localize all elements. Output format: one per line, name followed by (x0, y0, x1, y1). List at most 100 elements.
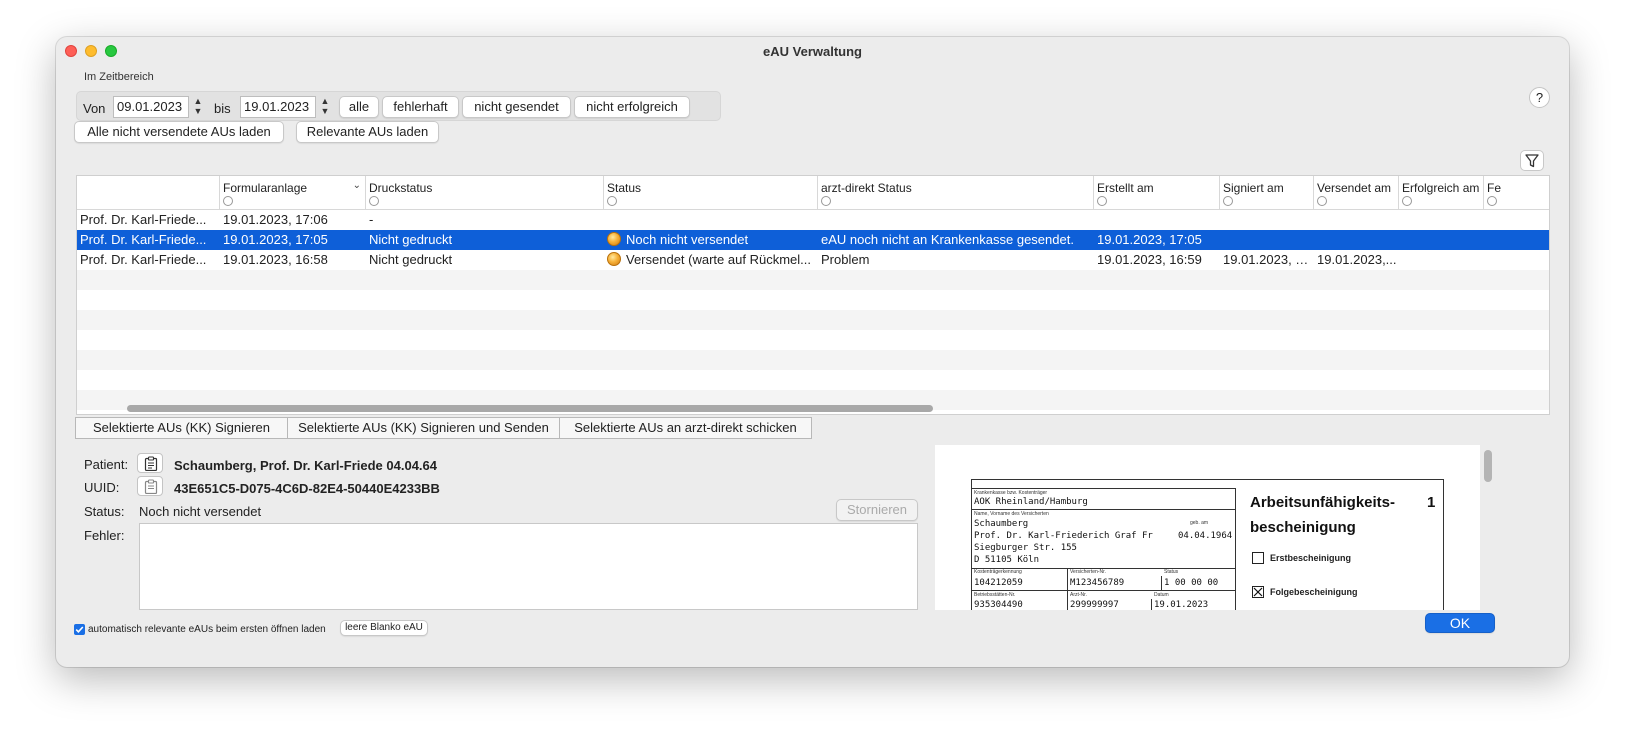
uuid-label: UUID: (84, 480, 120, 495)
form-name-2: Prof. Dr. Karl-Friederich Graf Fr (974, 531, 1153, 541)
table-row[interactable]: Prof. Dr. Karl-Friede... 19.01.2023, 16:… (77, 250, 1549, 270)
filter-not-successful-button[interactable]: nicht erfolgreich (574, 96, 690, 118)
fehler-label: Fehler: (84, 528, 125, 543)
filter-faulty-button[interactable]: fehlerhaft (382, 96, 459, 118)
column-header-status[interactable]: Status (603, 176, 817, 210)
funnel-icon (1525, 154, 1539, 168)
load-unsent-button[interactable]: Alle nicht versendete AUs laden (74, 121, 284, 143)
form-kasse: AOK Rheinland/Hamburg (974, 497, 1088, 507)
erstbescheinigung-label: Erstbescheinigung (1270, 553, 1352, 563)
eau-table[interactable]: Formularanlage ⌄ Druckstatus Status arzt-… (76, 175, 1550, 415)
folgebescheinigung-label: Folgebescheinigung (1270, 587, 1358, 597)
column-filter-indicator[interactable] (1487, 196, 1497, 206)
cell-druckstatus: Nicht gedruckt (369, 232, 453, 247)
column-filter-indicator[interactable] (1402, 196, 1412, 206)
empty-row (77, 290, 1549, 310)
patient-clipboard-button[interactable] (137, 453, 163, 473)
column-filter-indicator[interactable] (607, 196, 617, 206)
form-vnr: M123456789 (1070, 578, 1125, 588)
column-header-signiert-am[interactable]: Signiert am (1219, 176, 1313, 210)
filter-funnel-button[interactable] (1520, 150, 1544, 171)
table-row[interactable]: Prof. Dr. Karl-Friede... 19.01.2023, 17:… (77, 210, 1549, 230)
empty-row (77, 330, 1549, 350)
status-label: Status: (84, 504, 125, 519)
cell-erstellt-am: 19.01.2023, 17:05 (1097, 232, 1202, 247)
help-button[interactable]: ? (1529, 87, 1550, 108)
status-orb-icon (607, 232, 621, 246)
sort-chevron-icon: ⌄ (352, 180, 361, 191)
bis-date-stepper[interactable]: ▲ ▼ (319, 96, 331, 118)
title-bar: eAU Verwaltung (56, 37, 1569, 65)
window-title: eAU Verwaltung (763, 44, 862, 59)
empty-row (77, 370, 1549, 390)
tab-sign[interactable]: Selektierte AUs (KK) Signieren (75, 417, 288, 439)
patient-label: Patient: (84, 457, 129, 472)
column-filter-indicator[interactable] (369, 196, 379, 206)
column-header-fe[interactable]: Fe (1483, 176, 1549, 210)
form-street: Siegburger Str. 155 (974, 543, 1077, 553)
time-range-group: Von 09.01.2023 ▲ ▼ bis 19.01.2023 ▲ ▼ alle… (76, 91, 721, 121)
form-kt: 104212059 (974, 578, 1023, 588)
column-filter-indicator[interactable] (821, 196, 831, 206)
eau-form-preview: Krankenkasse bzw. Kostenträger AOK Rhein… (971, 479, 1444, 610)
table-header: Formularanlage ⌄ Druckstatus Status arzt-… (77, 176, 1549, 210)
column-header-druckstatus[interactable]: Druckstatus (365, 176, 603, 210)
folgebescheinigung-checkbox (1252, 586, 1264, 598)
cell-status: Noch nicht versendet (607, 232, 815, 247)
bis-date-input[interactable]: 19.01.2023 (240, 96, 316, 118)
form-bsnr: 935304490 (974, 600, 1023, 610)
form-title-2: bescheinigung (1250, 519, 1356, 536)
column-header-name[interactable] (77, 176, 219, 210)
column-header-erfolgreich-am[interactable]: Erfolgreich am (1398, 176, 1483, 210)
fehler-textarea[interactable] (139, 523, 918, 610)
preview-vertical-scrollbar[interactable] (1484, 450, 1492, 482)
cell-name: Prof. Dr. Karl-Friede... (80, 252, 207, 267)
ok-button[interactable]: OK (1425, 613, 1495, 633)
column-filter-indicator[interactable] (1317, 196, 1327, 206)
filter-all-button[interactable]: alle (339, 96, 379, 118)
cell-druckstatus: Nicht gedruckt (369, 252, 453, 267)
filter-not-sent-button[interactable]: nicht gesendet (462, 96, 571, 118)
cell-formularanlage: 19.01.2023, 16:58 (223, 252, 328, 267)
clipboard-icon (144, 456, 158, 471)
erstbescheinigung-checkbox (1252, 552, 1264, 564)
empty-row (77, 310, 1549, 330)
empty-row (77, 350, 1549, 370)
form-name-1: Schaumberg (974, 519, 1029, 529)
column-header-arzt-direkt-status[interactable]: arzt-direkt Status (817, 176, 1093, 210)
status-value: Noch nicht versendet (139, 504, 262, 519)
cell-name: Prof. Dr. Karl-Friede... (80, 232, 207, 247)
stornieren-button[interactable]: Stornieren (836, 499, 918, 521)
form-geb: 04.04.1964 (1178, 531, 1233, 541)
column-filter-indicator[interactable] (1097, 196, 1107, 206)
form-datum: 19.01.2023 (1154, 600, 1209, 610)
cell-signiert-am: 19.01.2023, 1... (1223, 252, 1311, 267)
tab-sign-and-send[interactable]: Selektierte AUs (KK) Signieren und Sende… (287, 417, 560, 439)
column-header-erstellt-am[interactable]: Erstellt am (1093, 176, 1219, 210)
column-filter-indicator[interactable] (1223, 196, 1233, 206)
uuid-value: 43E651C5-D075-4C6D-82E4-50440E4233BB (174, 481, 440, 496)
column-filter-indicator[interactable] (223, 196, 233, 206)
von-date-input[interactable]: 09.01.2023 (113, 96, 189, 118)
patient-value: Schaumberg, Prof. Dr. Karl-Friede 04.04.… (174, 458, 437, 473)
tab-send-arzt-direkt[interactable]: Selektierte AUs an arzt-direkt schicken (559, 417, 812, 439)
column-header-versendet-am[interactable]: Versendet am (1313, 176, 1398, 210)
load-relevant-button[interactable]: Relevante AUs laden (296, 121, 439, 143)
blank-eau-button[interactable]: leere Blanko eAU (340, 620, 428, 636)
eau-preview-pane[interactable]: Krankenkasse bzw. Kostenträger AOK Rhein… (935, 445, 1480, 610)
checkmark-icon (75, 626, 84, 633)
table-row-selected[interactable]: Prof. Dr. Karl-Friede... 19.01.2023, 17:… (77, 230, 1549, 250)
column-header-formularanlage[interactable]: Formularanlage ⌄ (219, 176, 365, 210)
form-status: 1 00 00 00 (1164, 578, 1219, 588)
form-city: D 51105 Köln (974, 555, 1040, 565)
von-date-stepper[interactable]: ▲ ▼ (192, 96, 204, 118)
bis-label: bis (214, 101, 231, 116)
cell-erstellt-am: 19.01.2023, 16:59 (1097, 252, 1202, 267)
table-horizontal-scrollbar[interactable] (127, 405, 933, 412)
cell-formularanlage: 19.01.2023, 17:06 (223, 212, 328, 227)
cross-icon (1253, 587, 1263, 597)
uuid-copy-button[interactable] (137, 476, 163, 496)
von-label: Von (83, 101, 106, 116)
auto-load-checkbox[interactable] (74, 624, 85, 635)
cell-versendet-am: 19.01.2023,... (1317, 252, 1397, 267)
